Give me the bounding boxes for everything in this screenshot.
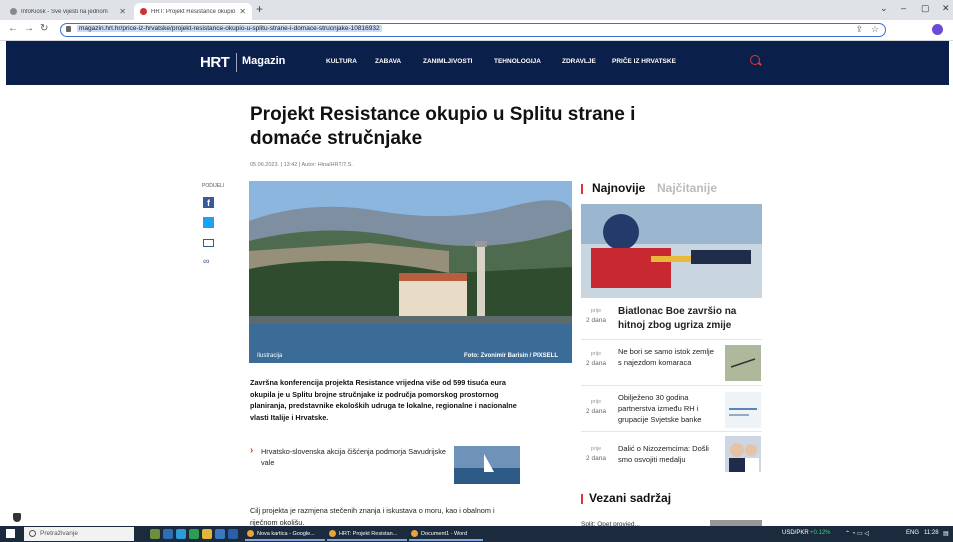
latest-item-time: prije 2 dana [586, 308, 606, 324]
windows-taskbar: Pretraživanje Nova kartica - Google... H… [0, 526, 953, 542]
taskbar-app-chrome-hrt[interactable]: HRT: Projekt Resistan... [327, 527, 407, 541]
bookmark-star-icon[interactable]: ☆ [871, 24, 879, 35]
chevron-right-icon: › [250, 445, 254, 456]
store-icon[interactable] [189, 529, 199, 539]
tab-title: HRT: Projekt Resistance okupio u... [151, 8, 236, 15]
latest-item-headline[interactable]: Ne bori se samo istok zemlje s najezdom … [618, 346, 718, 368]
mail-icon[interactable] [228, 529, 238, 539]
article-title: Projekt Resistance okupio u Splitu stran… [250, 104, 636, 149]
reload-button[interactable]: ↻ [40, 23, 48, 34]
task-view-icon[interactable] [163, 529, 173, 539]
article-date: 05.06.2023. [250, 162, 280, 168]
back-button[interactable]: ← [8, 23, 18, 34]
tree-app-icon[interactable] [150, 529, 160, 539]
favicon-icon [140, 8, 147, 15]
tab-latest[interactable]: Najnovije [592, 181, 645, 195]
portrait-image [725, 436, 761, 472]
latest-item-time: prije 2 dana [586, 399, 606, 415]
mosquito-thumbnail[interactable] [725, 345, 761, 381]
article-meta: 05.06.2023. | 13:42 | Autor: Hina/HRT/T.… [250, 162, 353, 168]
tray-icons[interactable]: ⌃ ◔ ▭ ◁ [845, 530, 869, 537]
mosquito-image [725, 345, 761, 381]
browser-tab-infokiosk[interactable]: InfoKiosk - Sve vijesti na jednom ✕ [4, 3, 132, 20]
section-marker [581, 184, 583, 194]
email-share-icon[interactable] [203, 239, 214, 247]
sailboat-image [454, 446, 520, 484]
hero-illustration [249, 181, 572, 363]
ticker-label[interactable]: USD/PKR [782, 530, 809, 536]
latest-item-headline[interactable]: Dalić o Nizozemcima: Došli smo osvojiti … [618, 443, 722, 465]
nav-item-tehnologija[interactable]: TEHNOLOGIJA [494, 58, 541, 65]
maximize-button[interactable]: ▢ [921, 3, 930, 14]
tab-search-icon[interactable]: ⌄ [880, 3, 888, 14]
divider [581, 431, 762, 432]
taskbar-app-word[interactable]: Document1 - Word [409, 527, 483, 541]
folder-icon[interactable] [202, 529, 212, 539]
dalic-thumbnail[interactable] [725, 436, 761, 472]
profile-avatar[interactable] [932, 24, 943, 35]
minimize-button[interactable]: – [901, 3, 906, 13]
url-text[interactable]: magazin.hrt.hr/price-iz-hrvatske/projekt… [77, 25, 382, 32]
logo-divider [236, 53, 237, 72]
nav-item-kultura[interactable]: KULTURA [326, 58, 357, 65]
favicon-icon [10, 8, 17, 15]
notifications-icon[interactable]: ▤ [943, 530, 949, 537]
share-icon[interactable]: ⇪ [855, 24, 863, 35]
latest-featured-image[interactable] [581, 204, 762, 298]
lock-icon[interactable] [66, 26, 71, 32]
search-placeholder: Pretraživanje [40, 530, 78, 537]
article-lead: Završna konferencija projekta Resistance… [250, 378, 517, 422]
tab-most-read[interactable]: Najčitanije [657, 181, 717, 195]
close-window-button[interactable]: ✕ [942, 3, 950, 14]
article-hero-image: Ilustracija Foto: Zvonimir Barisin / PIX… [249, 181, 572, 363]
url-input[interactable]: magazin.hrt.hr/price-iz-hrvatske/projekt… [60, 23, 886, 37]
magazin-logo[interactable]: Magazin [242, 55, 285, 67]
biathlon-image [581, 204, 762, 298]
divider [581, 385, 762, 386]
windows-start-icon[interactable] [6, 529, 15, 538]
language-indicator[interactable]: ENG [906, 530, 919, 536]
image-caption: Ilustracija [257, 353, 283, 359]
latest-item-headline[interactable]: Obilježeno 30 godina partnerstva između … [618, 392, 720, 425]
address-bar-row: ← → ↻ magazin.hrt.hr/price-iz-hrvatske/p… [0, 20, 953, 54]
twitter-share-icon[interactable] [203, 217, 214, 228]
edge-icon[interactable] [176, 529, 186, 539]
close-tab-icon[interactable]: ✕ [119, 7, 126, 16]
latest-item-time: prije 2 dana [586, 351, 606, 367]
nav-item-zanimljivosti[interactable]: ZANIMLJIVOSTI [423, 58, 472, 65]
browser-tab-hrt[interactable]: HRT: Projekt Resistance okupio u... ✕ [134, 3, 252, 20]
nav-item-zdravlje[interactable]: ZDRAVLJE [562, 58, 596, 65]
world-bank-thumbnail[interactable] [725, 392, 761, 428]
chart-image [725, 392, 761, 428]
related-article-thumbnail[interactable] [454, 446, 520, 484]
close-tab-icon[interactable]: ✕ [239, 7, 246, 16]
article-author: Autor: Hina/HRT/T.S. [301, 162, 353, 168]
share-label: PODIJELI [202, 183, 225, 189]
related-content-title: Vezani sadržaj [589, 491, 672, 505]
shield-icon[interactable] [13, 513, 21, 522]
hrt-logo[interactable]: HRT [200, 54, 230, 71]
clock[interactable]: 11:28 [924, 530, 939, 536]
article-time: 13:42 [283, 162, 298, 168]
site-header: HRT Magazin KULTURA ZABAVA ZANIMLJIVOSTI… [6, 41, 949, 85]
tab-title: InfoKiosk - Sve vijesti na jednom [21, 8, 108, 15]
divider [581, 339, 762, 340]
latest-item-time: prije 2 dana [586, 446, 606, 462]
facebook-share-icon[interactable]: f [203, 197, 214, 208]
nav-item-price-iz-hrvatske[interactable]: PRIČE IZ HRVATSKE [612, 58, 676, 65]
search-icon[interactable] [750, 55, 760, 65]
image-credit: Foto: Zvonimir Barisin / PIXSELL [463, 353, 558, 359]
ticker-change: +0.12% [810, 530, 831, 536]
ie-icon[interactable] [215, 529, 225, 539]
new-tab-button[interactable]: + [256, 2, 263, 16]
forward-button[interactable]: → [24, 23, 34, 34]
nav-item-zabava[interactable]: ZABAVA [375, 58, 401, 65]
taskbar-app-chrome-newtab[interactable]: Nova kartica - Google... [245, 527, 325, 541]
latest-item-headline[interactable]: Biatlonac Boe završio na hitnoj zbog ugr… [618, 305, 758, 332]
section-marker [581, 494, 583, 504]
taskbar-search-input[interactable]: Pretraživanje [24, 527, 134, 541]
copy-link-icon[interactable]: ∞ [203, 257, 214, 268]
browser-tab-bar: InfoKiosk - Sve vijesti na jednom ✕ HRT:… [0, 0, 953, 20]
related-article-title[interactable]: Hrvatsko-slovenska akcija čišćenja podmo… [261, 446, 451, 468]
